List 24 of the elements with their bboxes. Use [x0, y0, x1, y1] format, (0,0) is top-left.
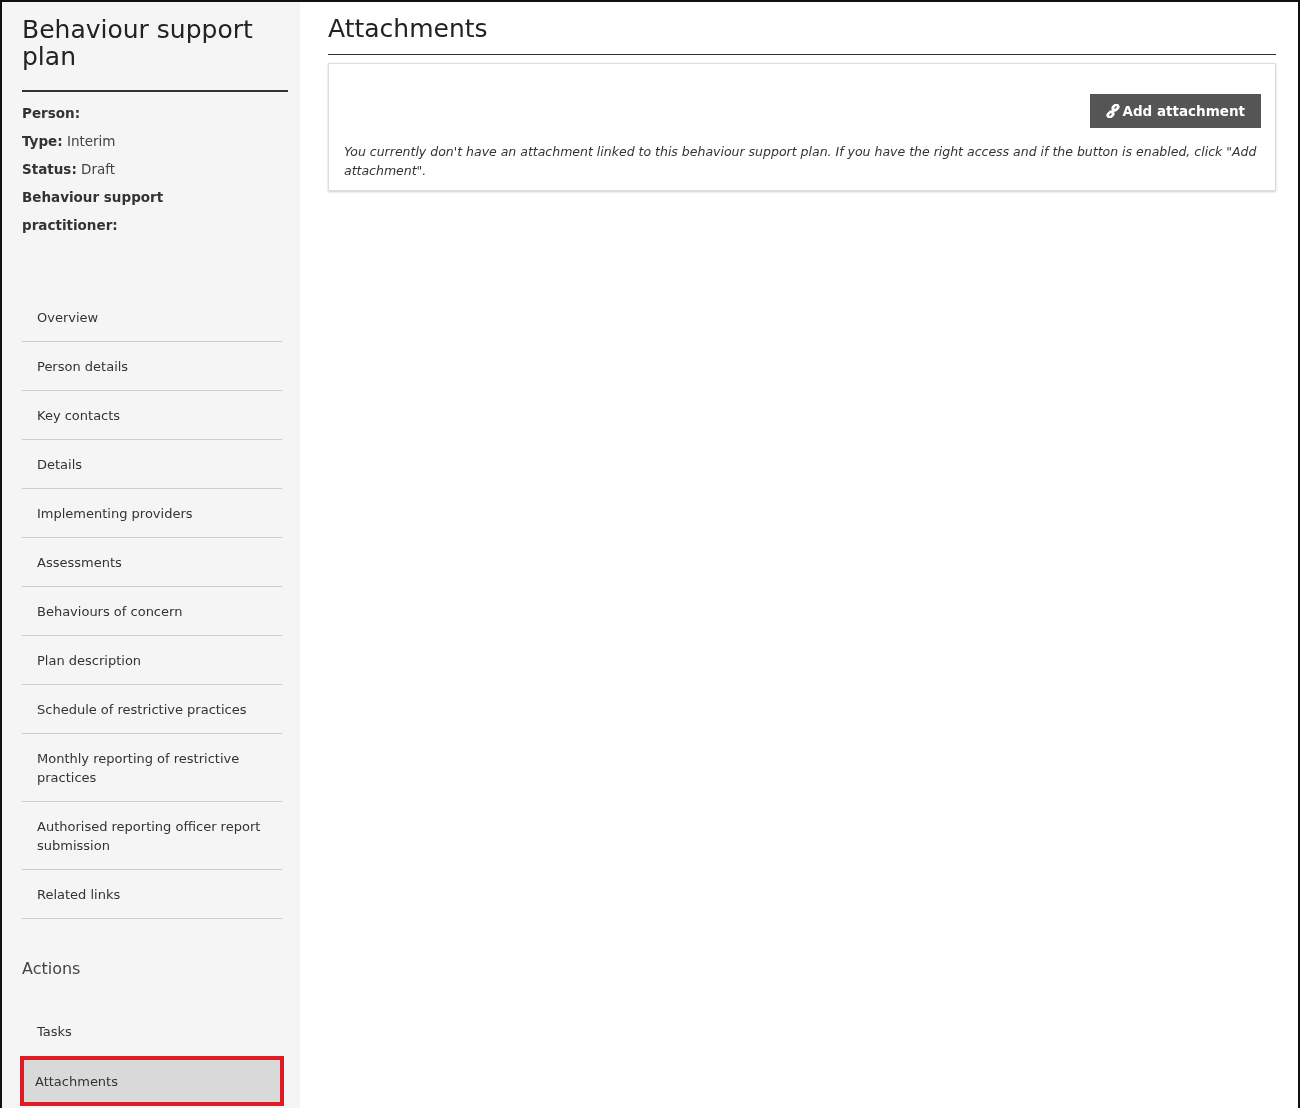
- nav-item[interactable]: Assessments: [22, 538, 282, 587]
- meta-field: Person:: [22, 99, 192, 127]
- nav-item[interactable]: Related links: [22, 870, 282, 919]
- section-heading: Actions: [22, 959, 82, 978]
- link-icon: [1106, 104, 1121, 118]
- nav-item[interactable]: Authorised reporting officer report submission: [22, 802, 282, 870]
- nav-item[interactable]: Schedule of restrictive practices: [22, 685, 282, 734]
- add-attachment-button[interactable]: Add attachment: [1090, 94, 1261, 128]
- empty-message: You currently don't have an attachment linked to this behaviour support plan. If you have the right access and if the button is enabled, click "Add attachment".: [344, 143, 1258, 180]
- nav-item[interactable]: Attachments: [20, 1056, 284, 1106]
- nav-item[interactable]: Details: [22, 440, 282, 489]
- nav-item[interactable]: Plan description: [22, 636, 282, 685]
- meta-field: Type: Interim: [22, 127, 192, 155]
- nav-item[interactable]: Key contacts: [22, 391, 282, 440]
- nav-item[interactable]: Monthly reporting of restrictive practices: [22, 734, 282, 802]
- meta-field: Status: Draft: [22, 155, 192, 183]
- nav-item[interactable]: Person details: [22, 342, 282, 391]
- page-title: Attachments: [328, 14, 1276, 55]
- nav-item[interactable]: Overview: [22, 293, 282, 342]
- nav-item[interactable]: Behaviours of concern: [22, 587, 282, 636]
- sidebar-title: Behaviour support plan: [22, 16, 288, 92]
- meta-field: Behaviour support practitioner:: [22, 183, 192, 239]
- nav-item[interactable]: Implementing providers: [22, 489, 282, 538]
- nav-item[interactable]: Tasks: [22, 1006, 282, 1056]
